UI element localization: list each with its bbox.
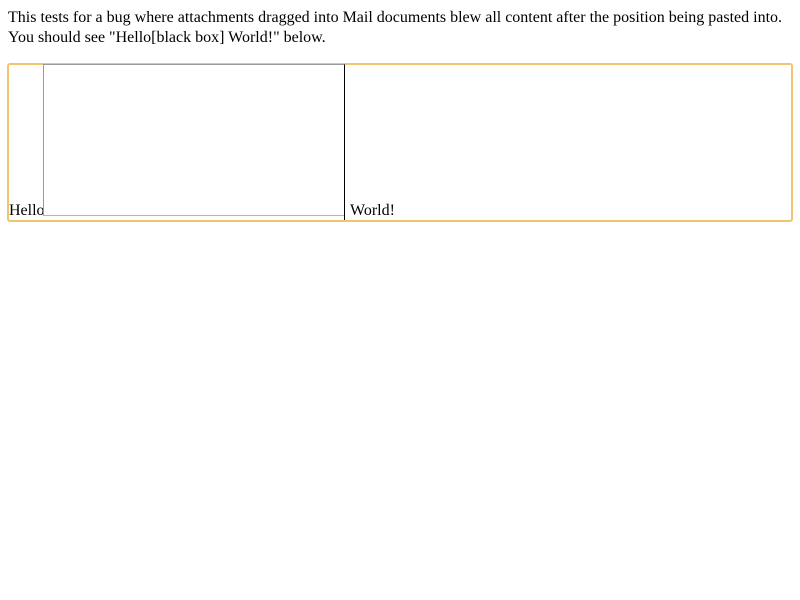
- description-line-2: You should see "Hello[black box] World!"…: [8, 29, 326, 46]
- editable-area[interactable]: Hello World!: [7, 63, 793, 222]
- text-hello: Hello: [9, 202, 45, 219]
- test-description: This tests for a bug where attachments d…: [8, 8, 792, 48]
- attachment-box[interactable]: [43, 64, 345, 216]
- description-line-1: This tests for a bug where attachments d…: [8, 9, 783, 26]
- text-world: World!: [350, 202, 395, 219]
- attachment-edge: [344, 214, 345, 220]
